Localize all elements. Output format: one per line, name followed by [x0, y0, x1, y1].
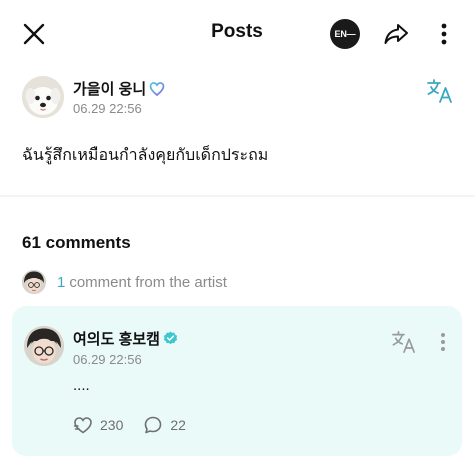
dog-avatar-image [22, 76, 64, 118]
like-button[interactable]: 230 [73, 415, 123, 435]
artist-avatar-image [22, 270, 46, 294]
artist-avatar-image [24, 326, 64, 366]
reply-count: 22 [170, 417, 186, 433]
comment-translate-button[interactable] [391, 330, 417, 354]
translate-icon [427, 79, 452, 103]
heart-badge-icon [149, 81, 165, 96]
comment-more-button[interactable] [434, 330, 452, 354]
comment-author-name[interactable]: 여의도 홍보캠 [73, 328, 178, 349]
share-button[interactable] [381, 19, 411, 49]
artist-avatar-small [22, 270, 46, 294]
like-count: 230 [100, 417, 124, 433]
artist-comment-card: 여의도 홍보캠 06.29 22:56 .... 230 22 [12, 306, 462, 456]
comment-actions: 230 22 [73, 414, 206, 436]
translate-button[interactable] [426, 78, 454, 104]
post-body: ฉันรู้สึกเหมือนกำลังคุยกับเด็กประถม [22, 147, 269, 164]
comment-timestamp: 06.29 22:56 [73, 352, 142, 367]
translate-icon [392, 331, 415, 353]
share-icon [384, 24, 408, 44]
comments-count: 61 comments [22, 233, 131, 252]
more-button[interactable] [432, 20, 456, 48]
artist-comment-text: comment from the artist [69, 273, 227, 291]
brand-logo[interactable]: EN— [330, 19, 360, 49]
comment-author-name-text: 여의도 홍보캠 [73, 331, 160, 348]
post-author-name[interactable]: 가을이 웅니 [73, 78, 165, 99]
page-title: Posts [211, 21, 263, 42]
section-divider [0, 195, 474, 197]
reply-icon [145, 416, 162, 434]
author-name-text: 가을이 웅니 [73, 81, 147, 98]
verified-badge-icon [163, 331, 178, 345]
close-icon [23, 23, 45, 45]
avatar[interactable] [24, 326, 64, 366]
artist-comment-label: 1 comment from the artist [57, 274, 227, 291]
avatar[interactable] [22, 76, 64, 118]
like-icon [73, 417, 92, 434]
artist-comment-count: 1 [57, 273, 66, 291]
more-vertical-icon [441, 333, 445, 351]
artist-comment-link[interactable]: 1 comment from the artist [22, 270, 227, 294]
close-button[interactable] [20, 20, 48, 48]
post-timestamp: 06.29 22:56 [73, 101, 142, 116]
top-bar: Posts EN— [0, 0, 474, 66]
post-author: 가을이 웅니 06.29 22:56 [22, 76, 452, 122]
comment-text: .... [73, 377, 90, 394]
more-vertical-icon [441, 23, 447, 45]
reply-button[interactable]: 22 [143, 415, 186, 435]
